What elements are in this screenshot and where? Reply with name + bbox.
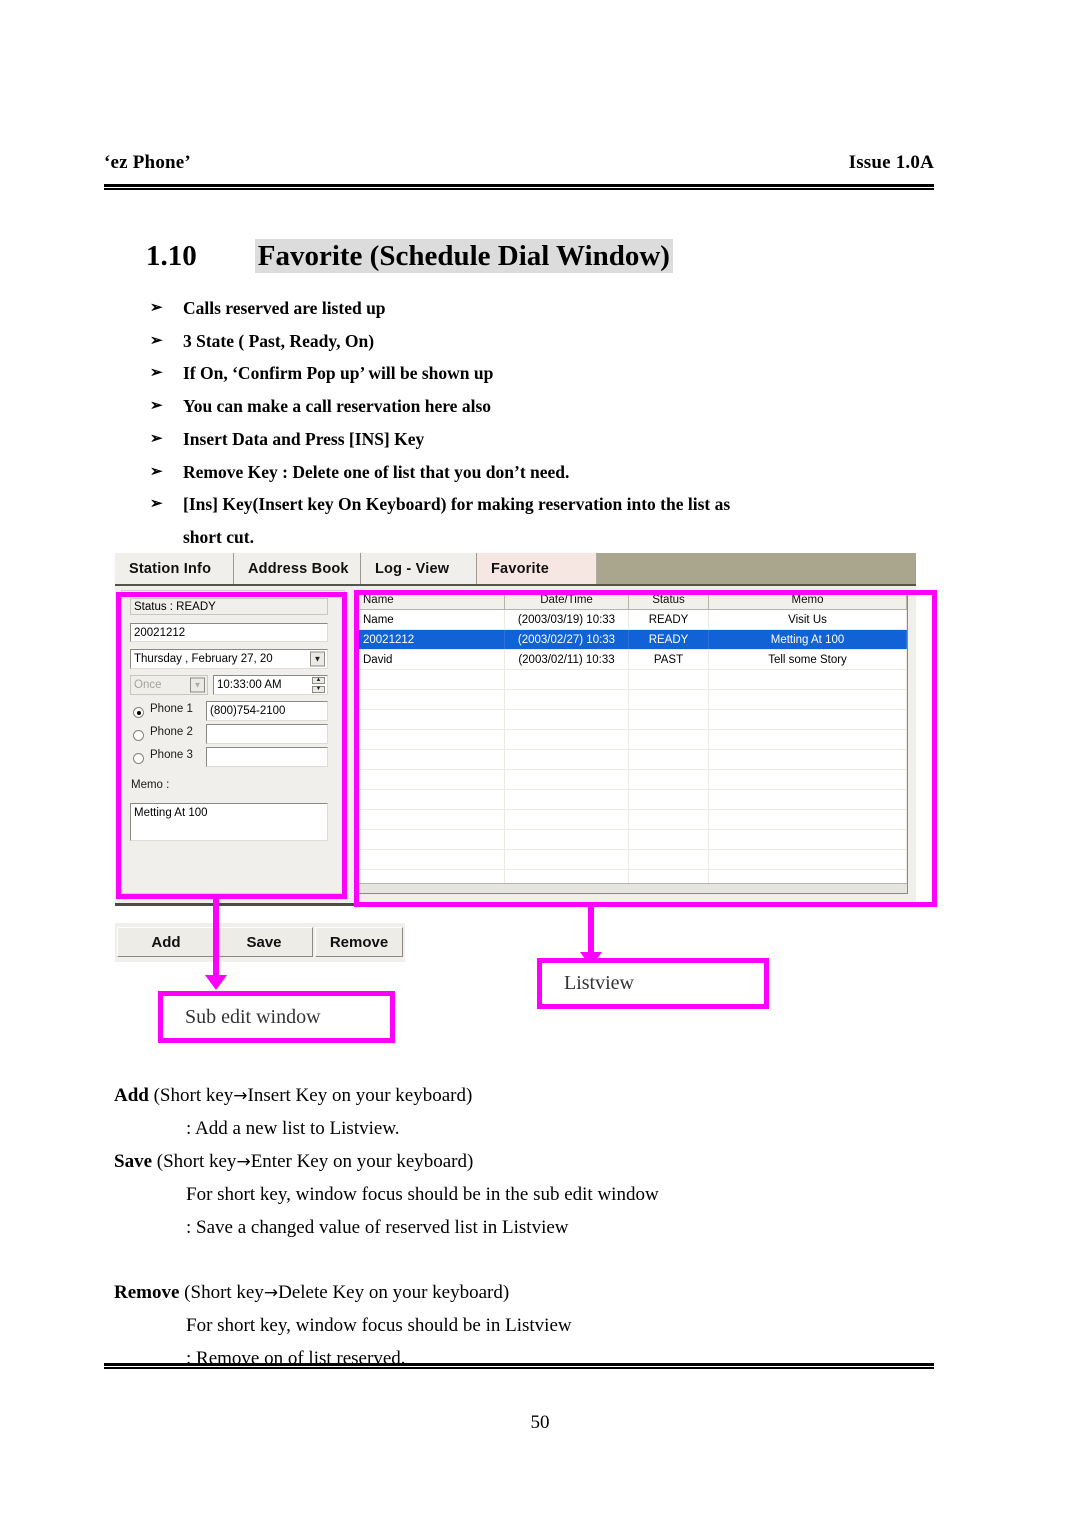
list-item-label: Insert Data and Press [INS] Key — [183, 428, 425, 449]
page-header: ‘ez Phone’ Issue 1.0A — [104, 152, 934, 174]
remove-description-title: Remove (Short key→Delete Key on your key… — [114, 1276, 509, 1310]
tab-station-info[interactable]: Station Info — [115, 553, 234, 584]
right-arrow-icon: → — [236, 1152, 251, 1172]
list-item-label: 3 State ( Past, Ready, On) — [183, 330, 375, 351]
save-button[interactable]: Save — [215, 927, 313, 957]
listview-callout-label: Listview — [564, 972, 634, 994]
remove-description-detail-1: For short key, window focus should be in… — [186, 1315, 572, 1336]
remove-rest-a: (Short key — [179, 1282, 264, 1303]
arrow-bullet-icon: ➢ — [150, 463, 163, 480]
list-item-continuation: short cut. — [183, 526, 254, 547]
save-button-label: Save — [246, 933, 282, 951]
arrow-bullet-icon: ➢ — [150, 398, 163, 415]
list-item-label: [Ins] Key(Insert key On Keyboard) for ma… — [183, 494, 731, 515]
listview-highlight-box — [354, 590, 937, 907]
list-item: ➢ If On, ‘Confirm Pop up’ will be shown … — [150, 357, 940, 390]
list-item: ➢ [Ins] Key(Insert key On Keyboard) for … — [150, 488, 940, 521]
tab-label: Log - View — [375, 560, 450, 577]
save-description-title: Save (Short key→Enter Key on your keyboa… — [114, 1145, 473, 1179]
page-number: 50 — [530, 1412, 550, 1433]
save-rest-a: (Short key — [152, 1151, 237, 1172]
list-item-label: If On, ‘Confirm Pop up’ will be shown up — [183, 363, 494, 384]
section-heading: Favorite (Schedule Dial Window) — [254, 239, 673, 273]
section-number: 1.10 — [146, 240, 197, 272]
action-button-bar: Add Save Remove — [115, 923, 405, 962]
page-title: 1.10 Favorite (Schedule Dial Window) — [146, 239, 673, 273]
list-item: ➢ Remove Key : Delete one of list that y… — [150, 456, 940, 489]
footer-divider — [104, 1363, 934, 1369]
list-item: ➢ 3 State ( Past, Ready, On) — [150, 325, 940, 358]
header-divider — [104, 184, 934, 190]
listview-callout-box: Listview — [537, 958, 769, 1009]
arrow-bullet-icon: ➢ — [150, 365, 163, 382]
save-bold-label: Save — [114, 1151, 152, 1172]
add-rest-b: Insert Key on your keyboard) — [247, 1085, 473, 1106]
tab-log-view[interactable]: Log - View — [361, 553, 477, 584]
tab-label: Address Book — [248, 560, 349, 577]
add-rest-a: (Short key — [148, 1085, 234, 1106]
tab-label: Favorite — [491, 560, 550, 577]
remove-bold-label: Remove — [114, 1282, 180, 1303]
arrow-bullet-icon: ➢ — [150, 496, 163, 513]
tab-favorite[interactable]: Favorite — [477, 553, 597, 584]
feature-bullet-list: ➢ Calls reserved are listed up ➢ 3 State… — [150, 292, 940, 554]
sub-edit-callout-label: Sub edit window — [185, 1005, 321, 1028]
right-arrow-icon: → — [233, 1086, 248, 1106]
list-item-label: Remove Key : Delete one of list that you… — [183, 461, 570, 482]
sub-edit-arrow-shaft — [213, 899, 219, 978]
sub-edit-highlight-box — [116, 592, 347, 899]
listview-arrow-shaft — [588, 905, 594, 955]
tab-address-book[interactable]: Address Book — [234, 553, 361, 584]
remove-rest-b: Delete Key on your keyboard) — [278, 1282, 510, 1303]
arrow-bullet-icon: ➢ — [150, 430, 163, 447]
remove-description-detail-2: : Remove on of list reserved. — [186, 1348, 406, 1369]
add-button[interactable]: Add — [117, 927, 215, 957]
tab-strip: Station Info Address Book Log - View Fav… — [115, 553, 916, 586]
list-item: ➢ Calls reserved are listed up — [150, 292, 940, 325]
list-item: ➢ Insert Data and Press [INS] Key — [150, 423, 940, 456]
remove-button[interactable]: Remove — [315, 927, 403, 957]
arrow-bullet-icon: ➢ — [150, 300, 163, 316]
save-rest-b: Enter Key on your keyboard) — [250, 1151, 474, 1172]
sub-edit-callout-box: Sub edit window — [158, 991, 395, 1043]
add-button-label: Add — [151, 933, 181, 951]
tab-label: Station Info — [129, 560, 212, 577]
list-item-label: Calls reserved are listed up — [183, 298, 386, 318]
remove-button-label: Remove — [329, 933, 389, 951]
list-item-label: You can make a call reservation here als… — [183, 396, 492, 417]
header-doc-title: ‘ez Phone’ — [104, 152, 191, 173]
sub-edit-arrow-head — [205, 975, 227, 990]
add-description-title: Add (Short key→Insert Key on your keyboa… — [114, 1079, 472, 1113]
header-issue: Issue 1.0A — [848, 152, 934, 173]
save-description-detail-1: For short key, window focus should be in… — [186, 1184, 659, 1205]
right-arrow-icon: → — [263, 1283, 279, 1303]
add-bold-label: Add — [114, 1085, 149, 1106]
save-description-detail-2: : Save a changed value of reserved list … — [186, 1217, 569, 1238]
add-description-detail: : Add a new list to Listview. — [186, 1118, 400, 1139]
list-item: ➢ You can make a call reservation here a… — [150, 390, 940, 423]
arrow-bullet-icon: ➢ — [150, 332, 163, 349]
